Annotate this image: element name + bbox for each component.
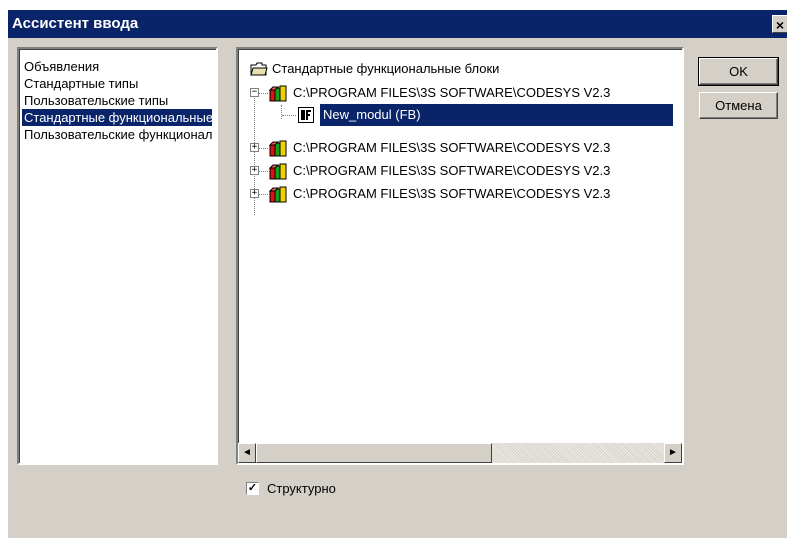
category-item-user-function-blocks[interactable]: Пользовательские функциональные блоки	[22, 126, 212, 143]
tree-view[interactable]: Стандартные функциональные блоки − C:\PR…	[236, 47, 684, 465]
tree-child-item[interactable]: New_modul (FB)	[238, 104, 678, 126]
structured-checkbox[interactable]: ✓	[246, 482, 259, 495]
category-item-standard-function-blocks[interactable]: Стандартные функциональные блоки	[22, 109, 212, 126]
tree-library-item[interactable]: + C:\PROGRAM FILES\3S SOFTWARE\CODESYS V…	[238, 183, 678, 205]
selected-function-block[interactable]: New_modul (FB)	[320, 104, 673, 126]
category-list[interactable]: Объявления Стандартные типы Пользователь…	[17, 47, 218, 465]
function-block-icon	[298, 107, 314, 123]
tree-library-label: C:\PROGRAM FILES\3S SOFTWARE\CODESYS V2.…	[293, 140, 611, 155]
collapse-icon[interactable]: −	[250, 88, 259, 97]
close-icon[interactable]: ×	[772, 15, 787, 33]
ok-button[interactable]: OK	[698, 57, 779, 86]
tree-library-item[interactable]: + C:\PROGRAM FILES\3S SOFTWARE\CODESYS V…	[238, 137, 678, 159]
scrollbar-thumb[interactable]	[256, 443, 492, 463]
tree-root-label: Стандартные функциональные блоки	[272, 61, 500, 76]
folder-icon	[250, 62, 268, 76]
tree-library-item[interactable]: + C:\PROGRAM FILES\3S SOFTWARE\CODESYS V…	[238, 160, 678, 182]
tree-library-item[interactable]: − C:\PROGRAM FILES\3S SOFTWARE\CODESYS V…	[238, 82, 678, 104]
tree-connector	[259, 93, 268, 95]
tree-connector	[282, 115, 296, 117]
tree-library-label: C:\PROGRAM FILES\3S SOFTWARE\CODESYS V2.…	[293, 186, 611, 201]
expand-icon[interactable]: +	[250, 189, 259, 198]
tree-connector	[259, 148, 268, 150]
tree-connector	[259, 194, 268, 196]
horizontal-scrollbar[interactable]: ◄ ►	[238, 443, 682, 463]
library-icon	[269, 85, 287, 102]
scroll-left-icon[interactable]: ◄	[238, 443, 256, 463]
expand-icon[interactable]: +	[250, 143, 259, 152]
library-icon	[269, 186, 287, 203]
tree-library-label: C:\PROGRAM FILES\3S SOFTWARE\CODESYS V2.…	[293, 163, 611, 178]
category-item-declarations[interactable]: Объявления	[22, 58, 212, 75]
tree-connector	[259, 171, 268, 173]
cancel-button[interactable]: Отмена	[699, 92, 778, 119]
category-item-standard-types[interactable]: Стандартные типы	[22, 75, 212, 92]
structured-label: Структурно	[267, 481, 336, 496]
window-title: Ассистент ввода	[12, 15, 139, 32]
library-icon	[269, 140, 287, 157]
scroll-right-icon[interactable]: ►	[664, 443, 682, 463]
library-icon	[269, 163, 287, 180]
tree-library-label: C:\PROGRAM FILES\3S SOFTWARE\CODESYS V2.…	[293, 85, 611, 100]
title-bar[interactable]: Ассистент ввода ×	[8, 10, 787, 38]
expand-icon[interactable]: +	[250, 166, 259, 175]
category-item-user-types[interactable]: Пользовательские типы	[22, 92, 212, 109]
